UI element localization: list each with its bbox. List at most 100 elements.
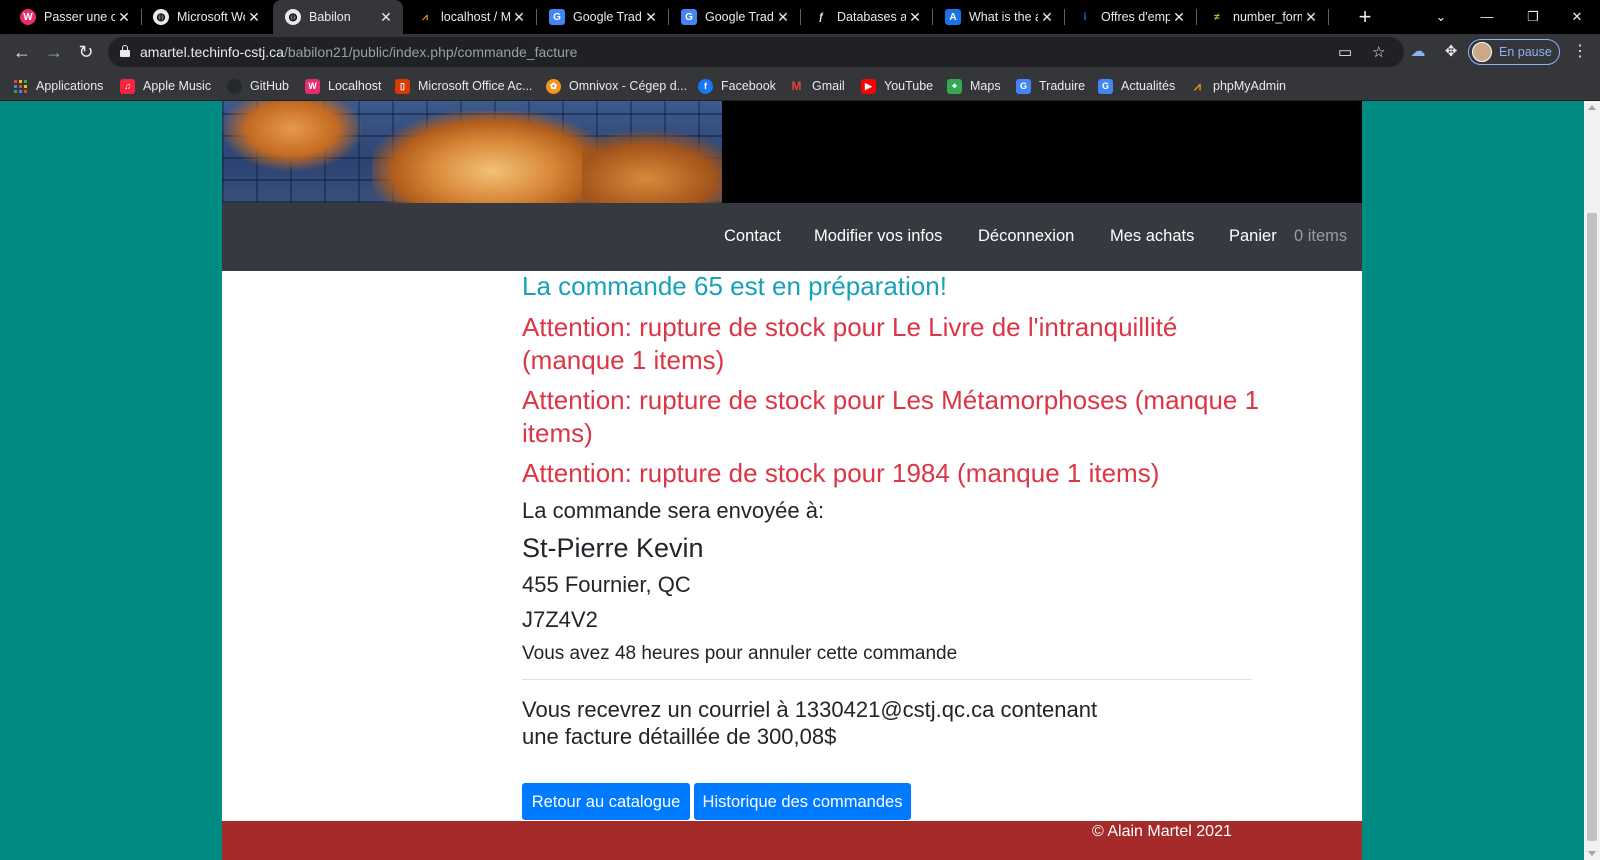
browser-tab[interactable]: ƒ Databases an ✕ (801, 0, 933, 34)
tab-title: Passer une co (44, 10, 115, 24)
bookmark-star-icon[interactable]: ☆ (1372, 43, 1385, 61)
profile-status-label: En pause (1499, 45, 1552, 59)
close-tab-icon[interactable]: ✕ (510, 9, 528, 26)
new-tab-plus-icon[interactable]: + (1352, 4, 1378, 30)
browser-tab[interactable]: ≠ number_form ✕ (1197, 0, 1329, 34)
close-window-icon[interactable]: ✕ (1554, 0, 1600, 34)
profile-button[interactable]: En pause (1468, 39, 1560, 65)
symfony-icon: ƒ (818, 11, 824, 23)
bookmark-github[interactable]: GitHub (227, 76, 289, 96)
restore-icon[interactable]: ❐ (1510, 0, 1556, 34)
localhost-icon: W (305, 78, 320, 94)
invoice-total-line: une facture détaillée de 300,08$ (522, 724, 837, 749)
bookmark-traduire[interactable]: G Traduire (1016, 76, 1085, 96)
bookmark-phpmyadmin[interactable]: ⩘ phpMyAdmin (1190, 76, 1286, 96)
browser-tab[interactable]: ⩘ localhost / M ✕ (405, 0, 537, 34)
back-to-catalog-button[interactable]: Retour au catalogue (522, 783, 690, 820)
phpmyadmin-icon: ⩘ (422, 11, 428, 23)
facebook-icon: f (698, 78, 713, 94)
cloud-extension-icon[interactable]: ☁ (1408, 42, 1428, 62)
bookmark-maps[interactable]: ⌖ Maps (947, 76, 1001, 96)
youtube-icon: ▶ (861, 78, 876, 94)
browser-tab-strip: W Passer une co ✕ ◍ Microsoft Wo ✕ ◍ Bab… (0, 0, 1600, 34)
cart-count: 0 items (1294, 227, 1348, 245)
bookmark-applications[interactable]: Applications (14, 76, 103, 96)
nav-logout-link[interactable]: Déconnexion (978, 227, 1074, 246)
news-icon: G (1098, 78, 1113, 94)
lock-icon[interactable] (120, 45, 130, 57)
shipping-address: 455 Fournier, QC (522, 572, 691, 597)
ship-to-label: La commande sera envoyée à: (522, 498, 825, 523)
browser-tab[interactable]: G Google Tradu ✕ (537, 0, 669, 34)
tab-title: What is the a (969, 10, 1038, 24)
page-container: Contact Modifier vos infos Déconnexion M… (222, 101, 1362, 860)
reload-icon[interactable]: ↻ (72, 38, 100, 66)
office-icon: ▯ (395, 78, 410, 94)
scrollbar-thumb[interactable] (1587, 213, 1597, 841)
browser-tab[interactable]: W Passer une co ✕ (8, 0, 142, 34)
bookmark-label: Actualités (1121, 79, 1176, 93)
a-letter-icon: A (945, 9, 961, 25)
bookmark-label: Maps (970, 79, 1001, 93)
close-tab-icon[interactable]: ✕ (245, 9, 263, 26)
browser-tab[interactable]: ⅰ Offres d'emp ✕ (1065, 0, 1197, 34)
bookmark-label: Localhost (328, 79, 382, 93)
music-icon: ♫ (120, 78, 135, 94)
browser-menu-icon[interactable]: ⋮ (1572, 42, 1588, 62)
browser-tab[interactable]: G Google Tradu ✕ (669, 0, 801, 34)
bookmark-apple-music[interactable]: ♫ Apple Music (120, 76, 211, 96)
minimize-icon[interactable]: — (1464, 0, 1510, 34)
page-layout-icon[interactable]: ▭ (1338, 43, 1352, 61)
address-bar[interactable]: amartel.techinfo-cstj.ca/babilon21/publi… (108, 37, 1404, 67)
tab-search-icon[interactable]: ⌄ (1418, 0, 1464, 34)
info-icon: ⅰ (1083, 11, 1087, 23)
nav-edit-info-link[interactable]: Modifier vos infos (814, 227, 942, 246)
nav-contact-link[interactable]: Contact (724, 227, 781, 246)
stock-warning: Attention: rupture de stock pour Les Mét… (522, 385, 1260, 448)
bookmark-facebook[interactable]: f Facebook (698, 76, 776, 96)
browser-tab[interactable]: A What is the a ✕ (933, 0, 1065, 34)
bookmark-label: Facebook (721, 79, 776, 93)
close-tab-icon[interactable]: ✕ (377, 9, 395, 26)
scroll-down-arrow-icon[interactable] (1588, 851, 1596, 856)
order-history-button[interactable]: Historique des commandes (694, 783, 911, 820)
close-tab-icon[interactable]: ✕ (774, 9, 792, 26)
forward-arrow-icon[interactable]: → (40, 38, 68, 66)
tab-title: Offres d'emp (1101, 10, 1170, 24)
close-tab-icon[interactable]: ✕ (1302, 9, 1320, 26)
scroll-up-arrow-icon[interactable] (1588, 105, 1596, 110)
nav-cart-link[interactable]: Panier (1229, 227, 1277, 246)
close-tab-icon[interactable]: ✕ (906, 9, 924, 26)
email-notice-line: Vous recevrez un courriel à 1330421@cstj… (522, 697, 1098, 722)
header-banner-black (722, 101, 1362, 203)
omnivox-icon: ✿ (546, 78, 561, 94)
page-scrollbar[interactable] (1584, 101, 1600, 860)
browser-tab[interactable]: ◍ Microsoft Wo ✕ (141, 0, 271, 34)
extensions-puzzle-icon[interactable]: ✥ (1441, 42, 1461, 62)
tab-title: Databases an (837, 10, 906, 24)
stack-icon: ≠ (1214, 11, 1220, 23)
tab-title: Babilon (309, 10, 351, 24)
google-translate-icon: G (549, 9, 565, 25)
browser-tab-active[interactable]: ◍ Babilon ✕ (273, 0, 403, 34)
customer-name: St-Pierre Kevin (522, 533, 704, 563)
globe-icon: ◍ (153, 9, 169, 25)
bookmark-label: phpMyAdmin (1213, 79, 1286, 93)
close-tab-icon[interactable]: ✕ (115, 9, 133, 26)
url-text[interactable]: amartel.techinfo-cstj.ca/babilon21/publi… (140, 44, 577, 60)
bookmark-microsoft-office[interactable]: ▯ Microsoft Office Ac... (395, 76, 532, 96)
nav-purchases-link[interactable]: Mes achats (1110, 227, 1194, 246)
close-tab-icon[interactable]: ✕ (1170, 9, 1188, 26)
tab-title: Microsoft Wo (177, 10, 245, 24)
bookmark-omnivox[interactable]: ✿ Omnivox - Cégep d... (546, 76, 687, 96)
bookmark-localhost[interactable]: W Localhost (305, 76, 382, 96)
order-status-message: La commande 65 est en préparation! (522, 271, 947, 301)
bookmark-gmail[interactable]: M Gmail (789, 76, 845, 96)
bookmark-actualites[interactable]: G Actualités (1098, 76, 1175, 96)
postal-code: J7Z4V2 (522, 607, 598, 632)
close-tab-icon[interactable]: ✕ (642, 9, 660, 26)
close-tab-icon[interactable]: ✕ (1038, 9, 1056, 26)
bookmark-youtube[interactable]: ▶ YouTube (861, 76, 933, 96)
stock-warning: Attention: rupture de stock pour 1984 (m… (522, 458, 1160, 488)
back-arrow-icon[interactable]: ← (8, 38, 36, 66)
